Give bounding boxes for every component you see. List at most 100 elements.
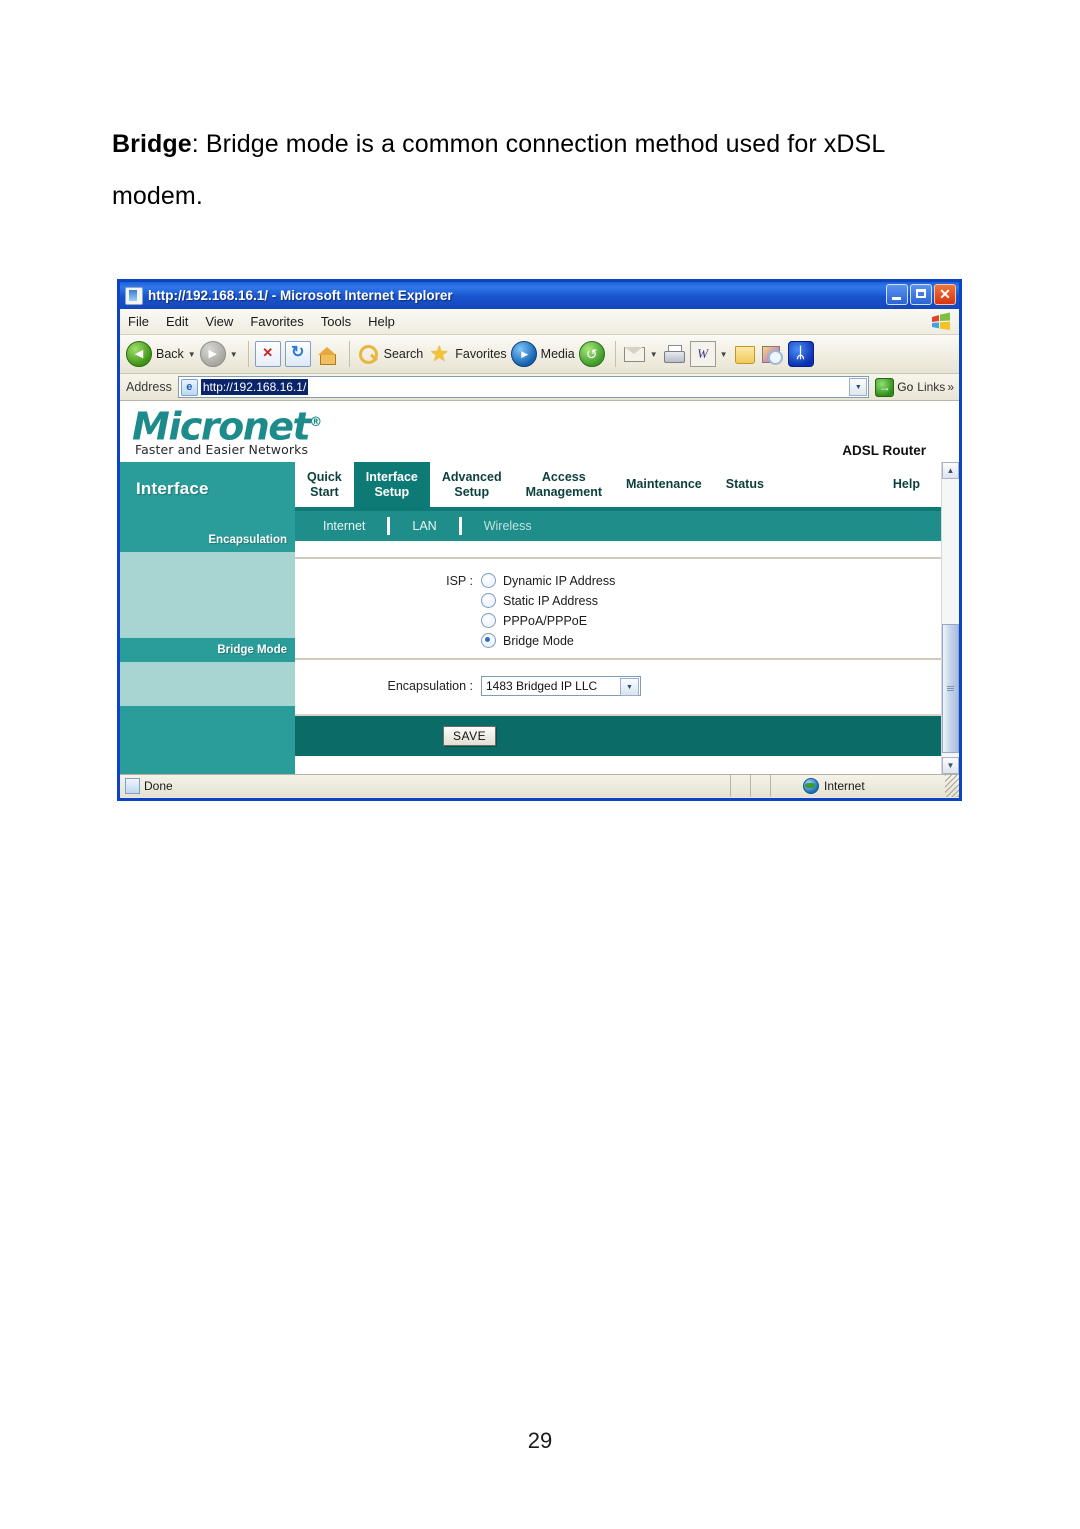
tab-maintenance[interactable]: Maintenance <box>614 462 714 507</box>
subtab-wireless[interactable]: Wireless <box>462 519 554 533</box>
maximize-button[interactable] <box>910 284 932 305</box>
page-scrollbar[interactable]: ▲ ▼ <box>941 462 959 774</box>
sidebar-label-bridge-mode: Bridge Mode <box>217 644 287 656</box>
toolbar-mail-button[interactable]: ▼ <box>622 342 658 366</box>
tab-advanced-setup-line2: Setup <box>454 484 490 499</box>
favorites-label: Favorites <box>455 347 507 361</box>
tab-access-management[interactable]: Access Management <box>514 462 614 507</box>
scroll-up-button[interactable]: ▲ <box>942 462 959 479</box>
toolbar-home-button[interactable] <box>315 342 339 366</box>
tab-access-management-line1: Access <box>541 469 586 484</box>
toolbar-search-button[interactable]: Search <box>356 342 423 366</box>
toolbar-media-button[interactable]: Media <box>510 341 575 367</box>
address-bar: Address http://192.168.16.1/ Go Links » <box>120 374 959 401</box>
security-zone-pane[interactable]: Internet <box>770 775 945 797</box>
scrollbar-thumb[interactable] <box>942 623 959 753</box>
sidebar: Interface Encapsulation Bridge Mode <box>120 462 295 774</box>
isp-row: ISP : Dynamic IP Address Static IP Addre… <box>295 559 942 658</box>
page-number: 29 <box>527 1428 553 1453</box>
radio-bridge-mode[interactable]: Bridge Mode <box>481 633 615 648</box>
toolbar-messenger-button[interactable] <box>760 342 784 366</box>
go-arrow-icon <box>875 377 895 397</box>
radio-bridge-mode-label: Bridge Mode <box>503 633 574 648</box>
security-zone-label: Internet <box>824 779 865 793</box>
resize-grip[interactable] <box>945 775 959 797</box>
chevron-down-icon[interactable]: ▼ <box>720 350 728 359</box>
page-icon <box>180 378 198 396</box>
isp-radio-group: Dynamic IP Address Static IP Address PPP… <box>481 573 615 648</box>
status-text-pane: Done <box>120 778 730 794</box>
links-button[interactable]: Links <box>917 380 945 394</box>
encapsulation-select[interactable]: 1483 Bridged IP LLC <box>481 676 641 696</box>
subtab-lan[interactable]: LAN <box>390 519 458 533</box>
toolbar-bluetooth-button[interactable] <box>787 341 814 367</box>
status-bar: Done Internet <box>120 774 959 797</box>
chevron-down-icon[interactable]: ▼ <box>230 350 238 359</box>
menu-item-file[interactable]: File <box>128 314 149 329</box>
save-bar: SAVE <box>295 716 942 756</box>
menu-item-edit[interactable]: Edit <box>166 314 188 329</box>
toolbar-favorites-button[interactable]: Favorites <box>427 342 506 366</box>
tab-interface-setup-line1: Interface <box>365 469 418 484</box>
address-input[interactable]: http://192.168.16.1/ <box>177 376 870 398</box>
internet-explorer-window: http://192.168.16.1/ - Microsoft Interne… <box>117 279 962 801</box>
sub-tab-bar: Internet LAN Wireless <box>295 511 942 541</box>
toolbar-forward-button[interactable]: ▼ <box>199 341 238 367</box>
menu-item-tools[interactable]: Tools <box>321 314 351 329</box>
radio-button-icon[interactable] <box>481 573 496 588</box>
menu-item-favorites[interactable]: Favorites <box>250 314 303 329</box>
tab-access-management-line2: Management <box>525 484 603 499</box>
toolbar-edit-button[interactable]: ▼ <box>689 341 728 367</box>
scrollbar-track[interactable] <box>942 479 959 757</box>
go-button[interactable]: Go <box>875 377 913 397</box>
radio-dynamic-ip[interactable]: Dynamic IP Address <box>481 573 615 588</box>
radio-button-icon[interactable] <box>481 613 496 628</box>
favorites-star-icon <box>427 342 451 366</box>
brand-tagline: Faster and Easier Networks <box>135 442 309 457</box>
page-done-icon <box>125 778 140 794</box>
radio-pppoa-pppoe-label: PPPoA/PPPoE <box>503 613 588 628</box>
tab-status[interactable]: Status <box>714 462 776 507</box>
window-controls <box>886 284 956 305</box>
close-button[interactable] <box>934 284 956 305</box>
sidebar-item-encapsulation: Encapsulation <box>120 528 295 552</box>
chevron-down-icon[interactable] <box>620 678 639 696</box>
save-button[interactable]: SAVE <box>443 726 497 746</box>
chevron-down-icon[interactable]: ▼ <box>188 350 196 359</box>
radio-button-icon[interactable] <box>481 593 496 608</box>
toolbar-divider <box>247 341 249 367</box>
interface-setup-form: ISP : Dynamic IP Address Static IP Addre… <box>295 541 942 774</box>
toolbar-stop-button[interactable] <box>254 341 281 367</box>
toolbar-refresh-button[interactable] <box>284 341 311 367</box>
address-dropdown-icon[interactable] <box>849 378 868 396</box>
toolbar-back-button[interactable]: Back ▼ <box>126 341 196 367</box>
subtab-internet[interactable]: Internet <box>317 519 387 533</box>
stop-icon <box>254 341 281 367</box>
tab-interface-setup-line2: Setup <box>374 484 410 499</box>
radio-pppoa-pppoe[interactable]: PPPoA/PPPoE <box>481 613 615 628</box>
tab-quick-start[interactable]: Quick Start <box>295 462 354 507</box>
toolbar-divider <box>348 341 350 367</box>
tab-advanced-setup[interactable]: Advanced Setup <box>430 462 514 507</box>
router-header: Micronet® Faster and Easier Networks ADS… <box>120 401 942 462</box>
toolbar-history-button[interactable] <box>578 341 605 367</box>
menu-item-view[interactable]: View <box>205 314 233 329</box>
toolbar-folder-button[interactable] <box>732 342 756 366</box>
radio-button-icon-selected[interactable] <box>481 633 496 648</box>
media-icon <box>510 341 537 367</box>
toolbar-overflow-icon[interactable]: » <box>947 380 954 394</box>
tab-interface-setup[interactable]: Interface Setup <box>353 462 430 507</box>
minimize-button[interactable] <box>886 284 908 305</box>
status-pane-2 <box>750 775 770 797</box>
tab-help[interactable]: Help <box>881 462 942 507</box>
toolbar-print-button[interactable] <box>662 342 686 366</box>
chevron-down-icon[interactable]: ▼ <box>650 350 658 359</box>
tab-quick-start-line2: Start <box>310 484 339 499</box>
menu-item-help[interactable]: Help <box>368 314 395 329</box>
isp-label: ISP : <box>446 574 473 588</box>
form-spacer <box>295 696 942 714</box>
status-text: Done <box>144 779 173 793</box>
scroll-down-button[interactable]: ▼ <box>942 757 959 774</box>
radio-static-ip[interactable]: Static IP Address <box>481 593 615 608</box>
search-icon <box>356 342 380 366</box>
